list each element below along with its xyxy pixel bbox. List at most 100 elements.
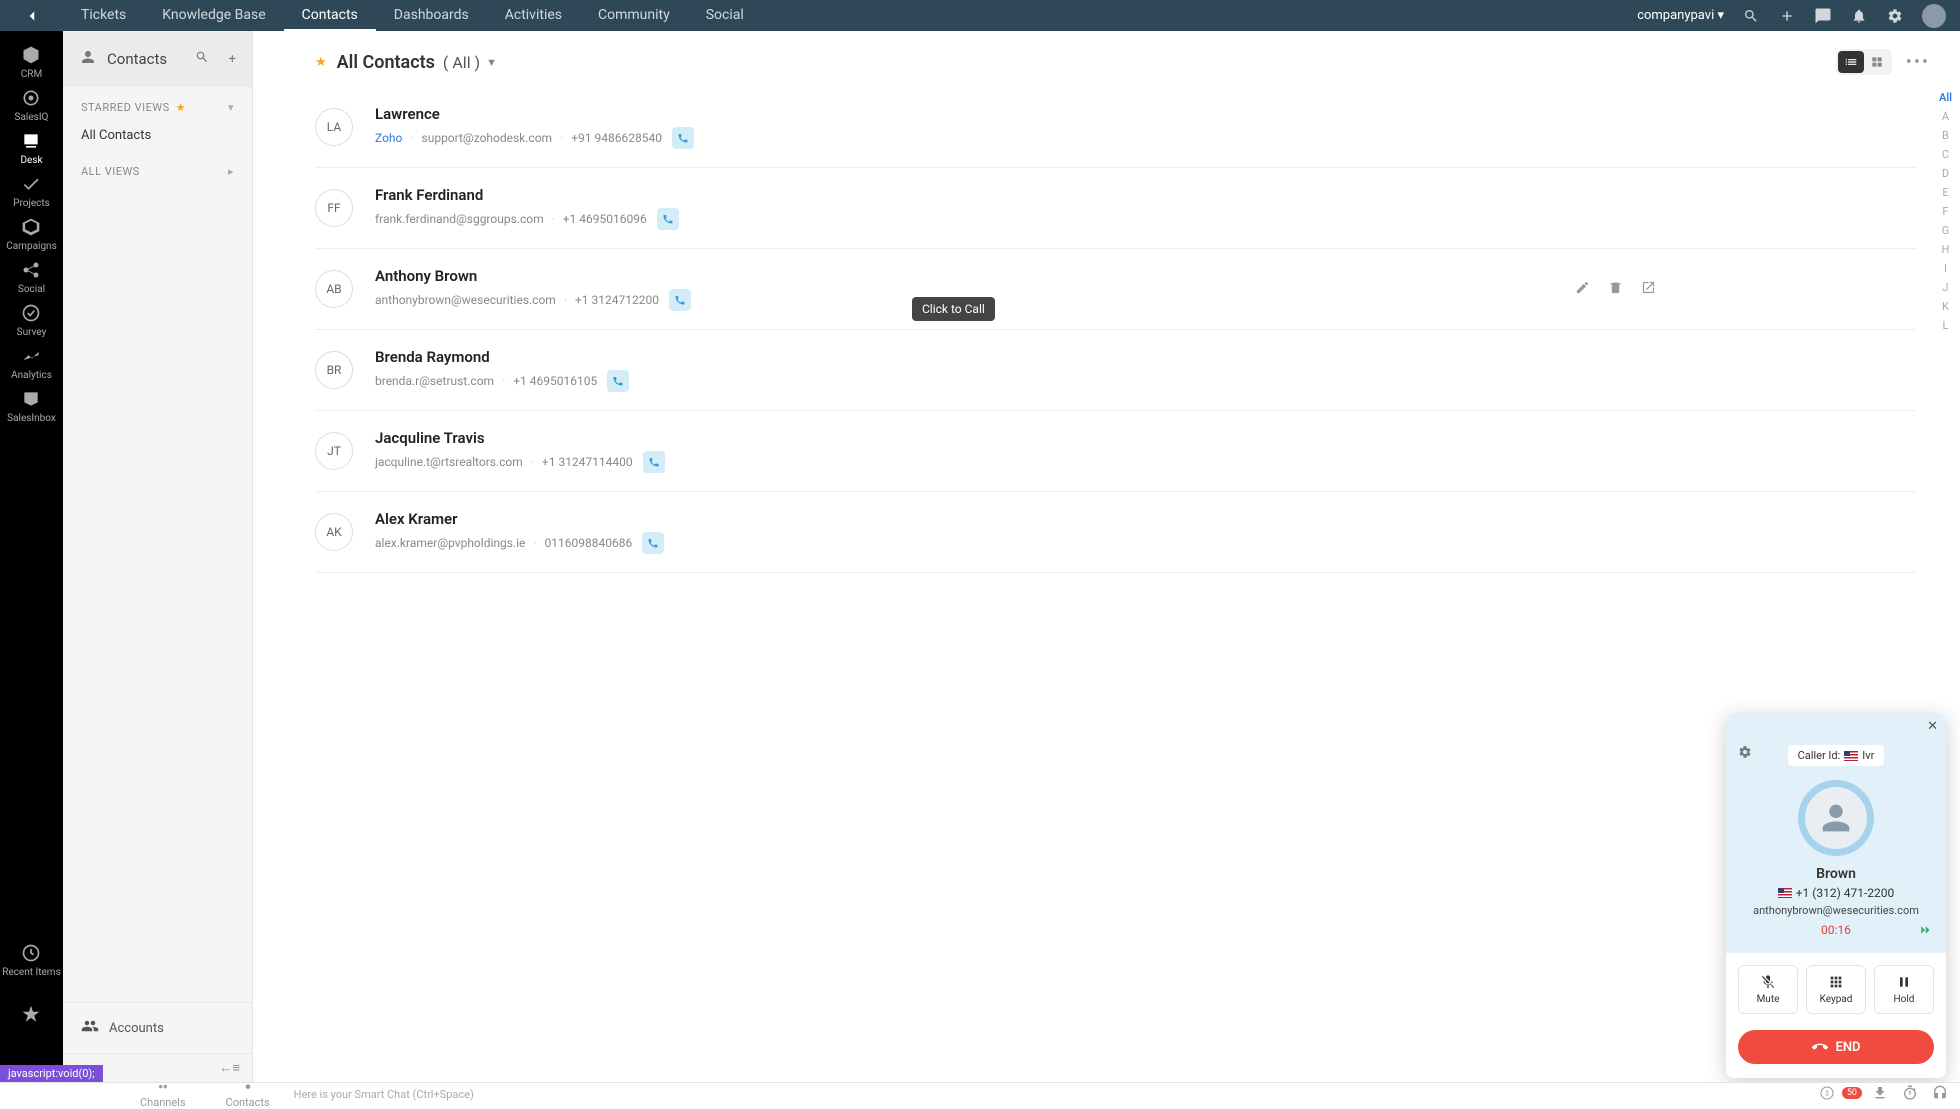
alpha-index-j[interactable]: J <box>1942 281 1948 294</box>
alpha-index-h[interactable]: H <box>1942 243 1950 256</box>
currency-icon[interactable]: $ 50 <box>1819 1085 1858 1104</box>
alpha-index-l[interactable]: L <box>1943 319 1949 332</box>
contact-email: support@zohodesk.com <box>422 131 553 145</box>
alpha-index-i[interactable]: I <box>1944 262 1947 275</box>
hold-button[interactable]: Hold <box>1874 965 1934 1014</box>
keypad-button[interactable]: Keypad <box>1806 965 1866 1014</box>
view-filter[interactable]: ( All ) <box>443 53 480 72</box>
user-avatar[interactable] <box>1922 4 1946 28</box>
close-icon[interactable]: ✕ <box>1927 719 1938 734</box>
app-rail: CRMSalesIQDeskProjectsCampaignsSocialSur… <box>0 31 63 1082</box>
call-button[interactable] <box>672 127 694 149</box>
rail-item-fav[interactable] <box>2 1000 61 1032</box>
top-tab-community[interactable]: Community <box>580 0 688 31</box>
top-tab-social[interactable]: Social <box>688 0 762 31</box>
svg-text:$: $ <box>1825 1090 1829 1098</box>
rail-item-salesiq[interactable]: SalesIQ <box>6 84 57 127</box>
list-view-button[interactable] <box>1838 51 1864 73</box>
mute-button[interactable]: Mute <box>1738 965 1798 1014</box>
alpha-index-g[interactable]: G <box>1942 224 1950 237</box>
more-menu-button[interactable]: ••• <box>1906 52 1930 73</box>
contact-name[interactable]: Anthony Brown <box>375 267 1575 285</box>
contact-name[interactable]: Alex Kramer <box>375 510 1916 528</box>
contact-list: LALawrenceZoho·support@zohodesk.com·+91 … <box>253 87 1960 573</box>
collapse-nav-button[interactable] <box>0 7 63 25</box>
timer-icon[interactable] <box>1902 1085 1918 1104</box>
alpha-index-b[interactable]: B <box>1942 129 1949 142</box>
call-button[interactable] <box>642 532 664 554</box>
contact-row[interactable]: LALawrenceZoho·support@zohodesk.com·+91 … <box>315 87 1916 168</box>
rail-item-desk[interactable]: Desk <box>6 127 57 170</box>
rail-item-survey[interactable]: Survey <box>6 299 57 342</box>
call-button[interactable] <box>643 451 665 473</box>
side-panel-header: Contacts + <box>63 31 252 87</box>
call-button[interactable] <box>657 208 679 230</box>
top-tab-dashboards[interactable]: Dashboards <box>376 0 487 31</box>
rail-item-projects[interactable]: Projects <box>6 170 57 213</box>
alpha-index-e[interactable]: E <box>1942 186 1948 199</box>
contact-avatar: FF <box>315 189 353 227</box>
call-contact-name: Brown <box>1738 866 1934 882</box>
alpha-index-f[interactable]: F <box>1942 205 1948 218</box>
side-search-icon[interactable] <box>195 50 209 68</box>
starred-views-section[interactable]: STARRED VIEWS ★ ▾ <box>63 87 252 120</box>
side-add-icon[interactable]: + <box>229 52 236 67</box>
side-accounts-button[interactable]: Accounts <box>63 1002 252 1053</box>
chat-icon[interactable] <box>1814 7 1832 25</box>
user-menu[interactable]: companypavi ▾ <box>1637 8 1724 23</box>
rail-item-analytics[interactable]: Analytics <box>6 342 57 385</box>
contact-row[interactable]: AKAlex Krameralex.kramer@pvpholdings.ie·… <box>315 492 1916 573</box>
channels-button[interactable]: Channels <box>140 1082 186 1108</box>
gear-icon[interactable] <box>1886 7 1904 25</box>
accounts-icon <box>81 1017 99 1039</box>
search-icon[interactable] <box>1742 7 1760 25</box>
rail-item-crm[interactable]: CRM <box>6 41 57 84</box>
contact-row[interactable]: BRBrenda Raymondbrenda.r@setrust.com·+1 … <box>315 330 1916 411</box>
alpha-index-k[interactable]: K <box>1942 300 1949 313</box>
rail-item-salesinbox[interactable]: SalesInbox <box>6 385 57 428</box>
all-views-section[interactable]: ALL VIEWS ▸ <box>63 151 252 184</box>
contact-name[interactable]: Frank Ferdinand <box>375 186 1916 204</box>
delete-icon[interactable] <box>1608 280 1623 299</box>
grid-view-button[interactable] <box>1864 51 1890 73</box>
contact-row[interactable]: JTJacquline Travisjacquline.t@rtsrealtor… <box>315 411 1916 492</box>
star-icon[interactable]: ★ <box>315 55 327 70</box>
gear-icon[interactable] <box>1738 745 1752 763</box>
headset-icon[interactable] <box>1932 1085 1948 1104</box>
transfer-icon[interactable] <box>1916 921 1934 943</box>
add-icon[interactable] <box>1778 7 1796 25</box>
top-tab-contacts[interactable]: Contacts <box>284 0 376 31</box>
top-tab-activities[interactable]: Activities <box>487 0 580 31</box>
alpha-index-c[interactable]: C <box>1942 148 1949 161</box>
call-button[interactable] <box>669 289 691 311</box>
open-icon[interactable] <box>1641 280 1656 299</box>
top-tab-tickets[interactable]: Tickets <box>63 0 144 31</box>
top-nav-tabs: TicketsKnowledge BaseContactsDashboardsA… <box>63 0 762 31</box>
edit-icon[interactable] <box>1575 280 1590 299</box>
rail-item-campaigns[interactable]: Campaigns <box>6 213 57 256</box>
download-icon[interactable] <box>1872 1085 1888 1104</box>
contact-phone: +1 31247114400 <box>542 455 633 469</box>
contact-name[interactable]: Jacquline Travis <box>375 429 1916 447</box>
contact-name[interactable]: Lawrence <box>375 105 1916 123</box>
rail-item-social[interactable]: Social <box>6 256 57 299</box>
contact-row[interactable]: FFFrank Ferdinandfrank.ferdinand@sggroup… <box>315 168 1916 249</box>
alpha-index-a[interactable]: A <box>1942 110 1949 123</box>
contacts-button[interactable]: Contacts <box>226 1082 270 1108</box>
status-url: javascript:void(0); <box>0 1065 103 1082</box>
content-area: ★ All Contacts ( All ) ▼ ••• LALawrenceZ… <box>253 31 1960 1082</box>
alpha-index-d[interactable]: D <box>1942 167 1949 180</box>
side-item-all-contacts[interactable]: All Contacts <box>63 120 252 151</box>
smart-chat-input[interactable]: Here is your Smart Chat (Ctrl+Space) <box>294 1088 1819 1101</box>
bell-icon[interactable] <box>1850 7 1868 25</box>
call-button[interactable] <box>607 370 629 392</box>
rail-item-recent[interactable]: Recent Items <box>2 939 61 982</box>
top-tab-knowledge-base[interactable]: Knowledge Base <box>144 0 283 31</box>
alpha-index-all[interactable]: All <box>1939 91 1952 104</box>
chevron-down-icon[interactable]: ▼ <box>486 56 497 69</box>
end-call-button[interactable]: END <box>1738 1030 1934 1064</box>
contact-org[interactable]: Zoho <box>375 131 402 145</box>
all-views-label: ALL VIEWS <box>81 165 140 178</box>
contact-name[interactable]: Brenda Raymond <box>375 348 1916 366</box>
contact-row[interactable]: ABAnthony Brownanthonybrown@wesecurities… <box>315 249 1916 330</box>
